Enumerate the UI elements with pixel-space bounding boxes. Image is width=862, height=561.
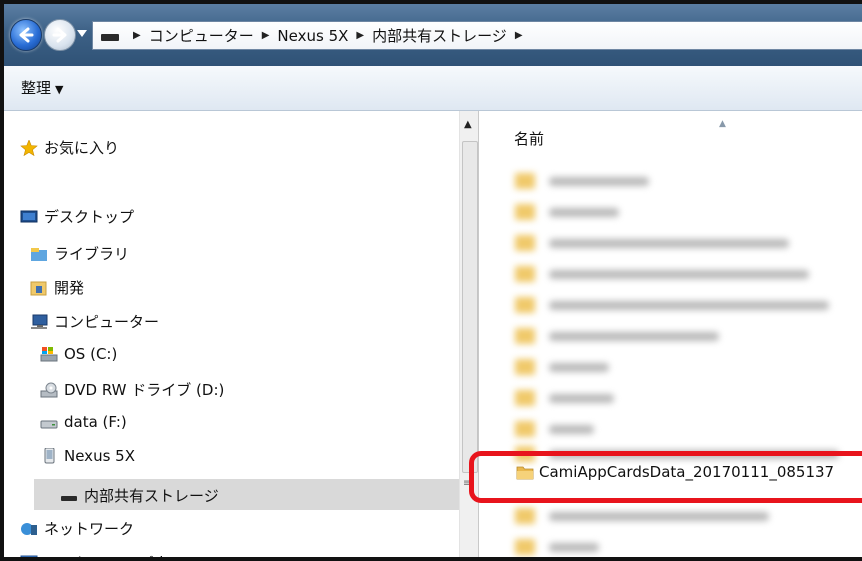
list-item[interactable] [515,199,619,225]
computer-icon [31,314,48,329]
nav-item-network[interactable]: ネットワーク [20,518,134,539]
nav-item-nexus[interactable]: Nexus 5X [40,447,135,465]
folder-icon [515,173,535,189]
list-item[interactable] [515,323,719,349]
list-item[interactable] [515,230,789,256]
list-item[interactable] [515,261,809,287]
list-item[interactable] [515,416,594,442]
nav-label: 内部共有ストレージ [84,487,219,505]
column-header-name[interactable]: 名前 [514,128,544,149]
back-arrow-icon [19,27,34,43]
sort-ascending-icon: ▲ [719,119,726,129]
list-item[interactable] [515,503,769,529]
organize-label: 整理 [21,79,52,97]
nav-item-drive-d[interactable]: DVD RW ドライブ (D:) [40,379,224,400]
list-item[interactable] [515,168,649,194]
folder-icon [515,359,535,375]
device-icon [101,34,119,41]
nav-label: コントロール パネル [44,552,184,557]
folder-icon [515,421,535,437]
desktop-icon [20,210,38,222]
nav-label: Nexus 5X [64,447,135,465]
nav-item-favorites[interactable]: お気に入り [20,137,119,158]
nav-label: ライブラリ [54,245,130,263]
chevron-right-icon[interactable]: ▶ [515,30,523,41]
history-dropdown-icon[interactable] [77,30,87,38]
scroll-up-icon[interactable]: ▲ [464,119,472,130]
nav-label: DVD RW ドライブ (D:) [64,381,225,399]
list-item[interactable] [515,292,829,318]
nav-label: お気に入り [44,139,120,157]
folder-icon [515,508,535,524]
list-item[interactable] [515,385,614,411]
nav-label: デスクトップ [44,208,135,226]
navigation-pane: お気に入り デスクトップ ライブラリ 開発 コンピューター OS (C:) DV… [4,111,459,557]
star-icon [20,139,38,156]
network-icon [21,522,37,535]
folder-icon [515,204,535,220]
library-icon [31,247,47,261]
folder-icon [515,297,535,313]
nav-label: ネットワーク [44,520,135,538]
chevron-down-icon: ▼ [55,83,64,96]
nav-item-dev[interactable]: 開発 [30,277,84,298]
forward-arrow-icon [52,27,67,43]
folder-icon [515,539,535,555]
chevron-right-icon[interactable]: ▶ [356,30,364,41]
nav-label: OS (C:) [64,345,118,363]
nav-item-drive-f[interactable]: data (F:) [40,413,127,431]
chevron-right-icon[interactable]: ▶ [262,30,270,41]
nav-label: data (F:) [64,413,127,431]
nav-item-control-panel[interactable]: コントロール パネル [20,552,184,557]
list-item[interactable] [515,534,599,557]
folder-icon [515,328,535,344]
nav-item-library[interactable]: ライブラリ [30,243,129,264]
breadcrumb-nexus[interactable]: Nexus 5X [277,27,348,45]
organize-button[interactable]: 整理 ▼ [21,77,63,98]
nav-item-computer[interactable]: コンピューター [30,311,159,332]
dvd-drive-icon [40,382,58,397]
highlight-annotation [469,451,862,503]
nav-item-desktop[interactable]: デスクトップ [20,206,134,227]
folder-icon [515,235,535,251]
back-button[interactable] [10,19,42,51]
nav-item-drive-c[interactable]: OS (C:) [40,345,117,363]
user-folder-icon [30,281,47,295]
storage-icon [61,495,77,501]
command-bar: 整理 ▼ [4,66,862,111]
nav-label: コンピューター [54,313,160,331]
chevron-right-icon[interactable]: ▶ [133,30,141,41]
control-panel-icon [20,555,38,557]
list-item[interactable] [515,354,609,380]
nav-label: 開発 [54,279,85,297]
folder-icon [515,390,535,406]
breadcrumb-internal-storage[interactable]: 内部共有ストレージ [372,25,507,46]
nav-item-internal-storage[interactable]: 内部共有ストレージ [60,485,219,506]
forward-button[interactable] [44,19,76,51]
scrollbar-thumb[interactable] [462,141,478,473]
breadcrumb-bar[interactable]: ▶ コンピューター ▶ Nexus 5X ▶ 内部共有ストレージ ▶ [92,21,862,50]
breadcrumb-computer[interactable]: コンピューター [149,25,254,46]
breadcrumb: ▶ コンピューター ▶ Nexus 5X ▶ 内部共有ストレージ ▶ [101,22,531,49]
drive-icon [40,420,58,429]
folder-icon [515,266,535,282]
phone-icon [44,448,55,464]
windows-drive-icon [40,347,58,362]
address-bar-area: ▶ コンピューター ▶ Nexus 5X ▶ 内部共有ストレージ ▶ [4,4,862,66]
